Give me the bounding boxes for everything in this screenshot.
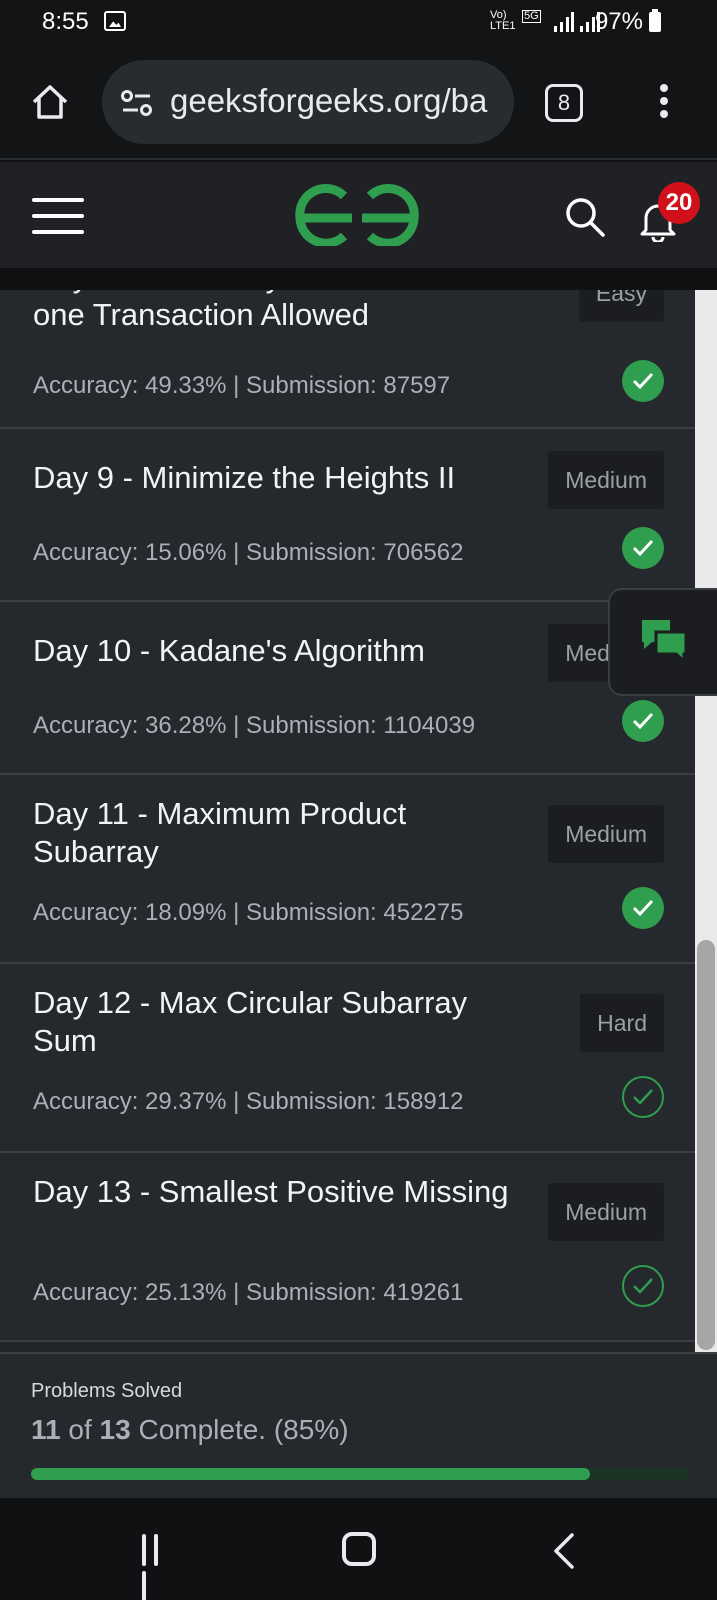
problem-stats: Accuracy: 29.37% | Submission: 158912 xyxy=(33,1088,464,1115)
problem-row[interactable]: Day 9 - Minimize the Heights II Accuracy… xyxy=(0,429,695,602)
problem-title[interactable]: Day 8 - Stock Buy and Sell - Max one Tra… xyxy=(33,290,523,334)
search-icon[interactable] xyxy=(564,196,606,238)
hamburger-menu-icon[interactable] xyxy=(32,198,84,234)
volte-indicator: Vo) LTE1 xyxy=(490,10,515,32)
of-word: of xyxy=(68,1414,92,1445)
site-header xyxy=(0,162,717,268)
difficulty-badge: Medium xyxy=(548,1183,664,1241)
solved-check-icon xyxy=(622,887,664,929)
difficulty-badge: Medium xyxy=(548,451,664,509)
problem-title[interactable]: Day 12 - Max Circular Subarray Sum xyxy=(33,984,513,1060)
solved-check-icon xyxy=(622,700,664,742)
battery-icon xyxy=(649,9,661,32)
problem-row[interactable]: Day 12 - Max Circular Subarray Sum Accur… xyxy=(0,964,695,1153)
more-options-icon[interactable] xyxy=(658,84,670,122)
gallery-notification-icon xyxy=(104,11,126,31)
problem-stats: Accuracy: 36.28% | Submission: 1104039 xyxy=(33,712,476,739)
solved-check-icon xyxy=(622,360,664,402)
back-icon[interactable] xyxy=(550,1532,578,1570)
recents-icon[interactable] xyxy=(142,1534,174,1600)
problem-row[interactable]: Day 13 - Smallest Positive Missing Accur… xyxy=(0,1153,695,1342)
lte-label: LTE1 xyxy=(490,20,516,32)
problem-row[interactable]: Day 11 - Maximum Product Subarray Accura… xyxy=(0,775,695,964)
problem-stats: Accuracy: 25.13% | Submission: 419261 xyxy=(33,1279,464,1306)
progress-status: 11 of 13 Complete. (85%) xyxy=(31,1414,349,1446)
clock: 8:55 xyxy=(42,8,89,35)
progress-suffix: Complete. (85%) xyxy=(138,1414,349,1445)
signal-icon-sim1 xyxy=(554,12,574,32)
attempted-check-icon xyxy=(622,1076,664,1118)
5g-indicator: 5G xyxy=(522,10,541,23)
problem-stats: Accuracy: 18.09% | Submission: 452275 xyxy=(33,899,464,926)
tab-switcher-button[interactable]: 8 xyxy=(545,84,583,122)
difficulty-badge: Easy xyxy=(578,290,664,322)
progress-panel: Problems Solved 11 of 13 Complete. (85%) xyxy=(0,1352,717,1498)
problem-title[interactable]: Day 10 - Kadane's Algorithm xyxy=(33,632,523,670)
status-bar: 8:55 Vo) LTE1 5G 97% xyxy=(0,0,717,44)
chat-button[interactable] xyxy=(608,588,717,696)
scrollbar-thumb[interactable] xyxy=(697,940,715,1350)
problem-title[interactable]: Day 9 - Minimize the Heights II xyxy=(33,459,523,497)
browser-toolbar: geeksforgeeks.org/ba 8 xyxy=(0,44,717,160)
home-nav-icon[interactable] xyxy=(342,1532,376,1566)
solved-check-icon xyxy=(622,527,664,569)
difficulty-badge: Medium xyxy=(548,805,664,863)
notification-count-badge[interactable]: 20 xyxy=(658,182,700,224)
problem-title[interactable]: Day 11 - Maximum Product Subarray xyxy=(33,795,513,871)
url-text[interactable]: geeksforgeeks.org/ba xyxy=(170,82,487,120)
problem-row[interactable]: Day 10 - Kadane's Algorithm Accuracy: 36… xyxy=(0,602,695,775)
problem-stats: Accuracy: 49.33% | Submission: 87597 xyxy=(33,372,451,399)
gfg-logo[interactable] xyxy=(294,182,420,246)
progress-bar-fill xyxy=(31,1468,591,1480)
problem-title[interactable]: Day 13 - Smallest Positive Missing xyxy=(33,1173,513,1211)
total-count: 13 xyxy=(99,1414,131,1445)
attempted-check-icon xyxy=(622,1265,664,1307)
progress-label: Problems Solved xyxy=(31,1380,183,1402)
problem-list[interactable]: Day 8 - Stock Buy and Sell - Max one Tra… xyxy=(0,290,695,1352)
difficulty-badge: Hard xyxy=(580,994,664,1052)
home-icon[interactable] xyxy=(30,82,70,122)
chat-bubbles-icon xyxy=(642,620,688,664)
address-bar[interactable]: geeksforgeeks.org/ba xyxy=(102,60,514,144)
problem-row[interactable]: Day 8 - Stock Buy and Sell - Max one Tra… xyxy=(0,290,695,429)
battery-percent: 97% xyxy=(594,8,643,35)
5g-label: 5G xyxy=(522,10,541,23)
solved-count: 11 xyxy=(31,1414,61,1445)
system-nav-bar xyxy=(0,1498,717,1600)
problem-stats: Accuracy: 15.06% | Submission: 706562 xyxy=(33,539,464,566)
progress-bar xyxy=(31,1468,689,1480)
site-settings-icon[interactable] xyxy=(120,88,154,118)
